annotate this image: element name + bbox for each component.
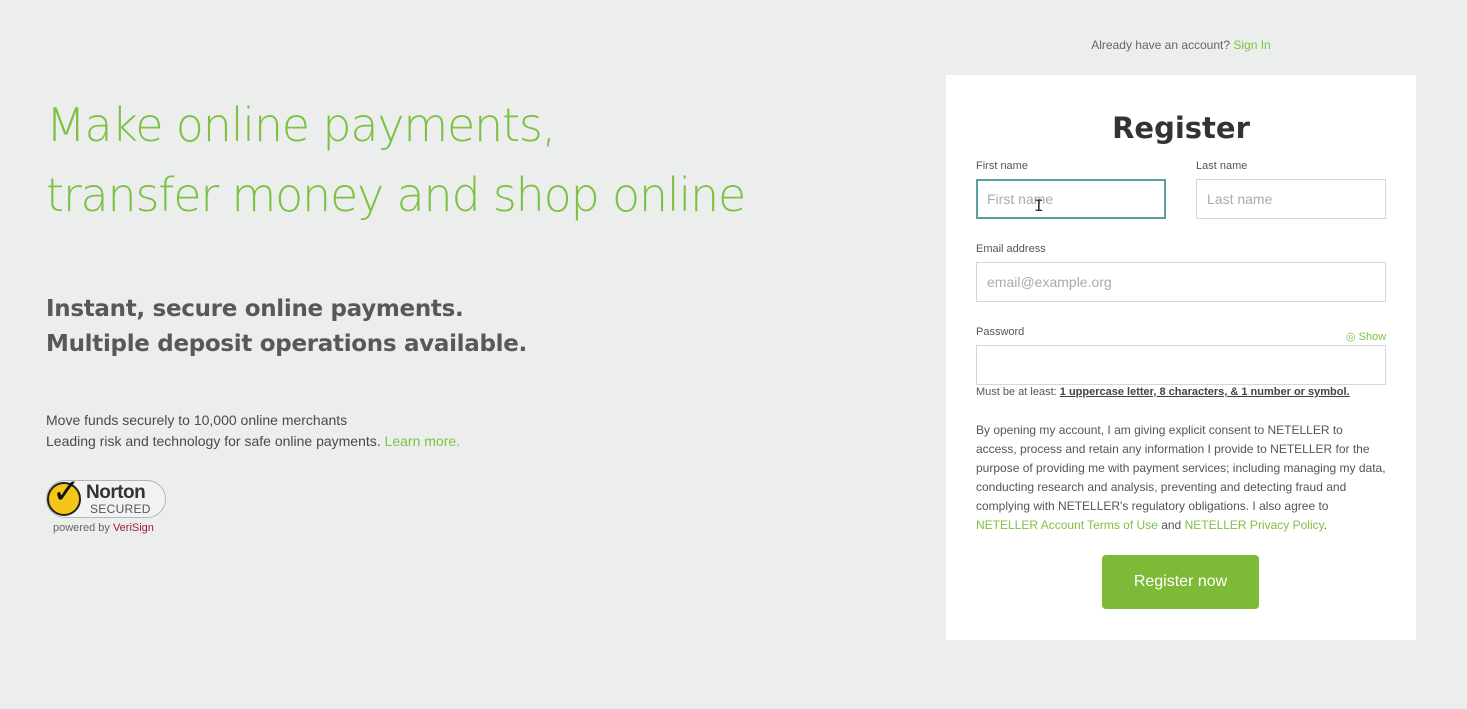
text-cursor-icon: I xyxy=(1034,196,1044,215)
email-label: Email address xyxy=(976,243,1046,255)
password-label: Password xyxy=(976,326,1025,338)
last-name-input[interactable] xyxy=(1196,179,1386,219)
signin-prompt: Already have an account? Sign In xyxy=(946,38,1416,52)
norton-title: Norton xyxy=(86,482,146,503)
hero-subhead-line1: Instant, secure online payments. xyxy=(46,296,464,322)
consent-body: By opening my account, I am giving expli… xyxy=(976,423,1386,513)
hero-blurb-line1: Move funds securely to 10,000 online mer… xyxy=(46,412,348,428)
first-name-label: First name xyxy=(976,160,1028,172)
hero-blurb: Move funds securely to 10,000 online mer… xyxy=(46,410,460,452)
password-input[interactable] xyxy=(976,345,1386,385)
hero-subhead: Instant, secure online payments. Multipl… xyxy=(46,292,527,362)
norton-secured-seal: ✓ Norton SECURED powered by VeriSign xyxy=(46,473,171,538)
first-name-input[interactable] xyxy=(976,179,1166,219)
norton-powered-by: powered by VeriSign xyxy=(53,522,154,534)
email-input[interactable] xyxy=(976,262,1386,302)
norton-secured-text: SECURED xyxy=(90,502,151,516)
password-hint-prefix: Must be at least: xyxy=(976,386,1057,398)
signin-prompt-text: Already have an account? xyxy=(1091,38,1231,52)
learn-more-link[interactable]: Learn more. xyxy=(385,433,460,449)
hero-blurb-line2-text: Leading risk and technology for safe onl… xyxy=(46,433,381,449)
consent-text: By opening my account, I am giving expli… xyxy=(976,421,1386,535)
password-hint: Must be at least: 1 uppercase letter, 8 … xyxy=(976,386,1350,398)
last-name-label: Last name xyxy=(1196,160,1248,172)
hero-blurb-line2: Leading risk and technology for safe onl… xyxy=(46,431,460,452)
terms-of-use-link[interactable]: NETELLER Account Terms of Use xyxy=(976,518,1158,532)
privacy-policy-link[interactable]: NETELLER Privacy Policy xyxy=(1185,518,1324,532)
consent-and: and xyxy=(1161,518,1182,532)
show-password-label: Show xyxy=(1358,331,1387,343)
sign-in-link[interactable]: Sign In xyxy=(1233,38,1270,52)
register-card: Register First name Last name Email addr… xyxy=(946,75,1416,640)
show-password-toggle[interactable]: ◎ Show xyxy=(1346,330,1386,343)
checkmark-icon: ✓ xyxy=(52,473,81,511)
verisign-text: VeriSign xyxy=(112,522,154,534)
hero-headline-line1: Make online payments, xyxy=(46,98,556,152)
powered-by-text: powered by xyxy=(53,522,110,534)
hero-headline-line2: transfer money and shop online xyxy=(46,168,746,222)
register-now-button[interactable]: Register now xyxy=(1102,555,1259,609)
hero-subhead-line2: Multiple deposit operations available. xyxy=(46,331,527,357)
eye-icon: ◎ xyxy=(1346,331,1356,343)
hero-headline: Make online payments, transfer money and… xyxy=(46,90,746,230)
consent-period: . xyxy=(1323,518,1328,532)
password-hint-rules: 1 uppercase letter, 8 characters, & 1 nu… xyxy=(1059,386,1350,398)
register-title: Register xyxy=(1112,111,1250,145)
